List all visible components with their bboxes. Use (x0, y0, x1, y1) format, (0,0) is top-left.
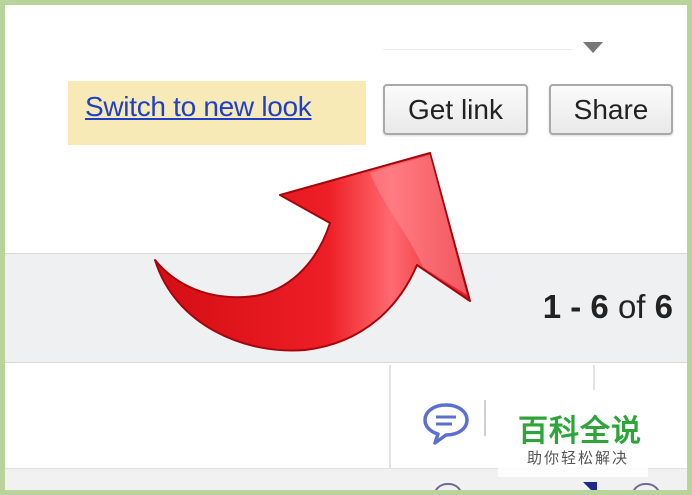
corner-marker-icon (583, 482, 597, 490)
comment-icon[interactable] (421, 400, 471, 451)
app-frame: Switch to new look Get link Share 1 - 6 … (5, 5, 687, 490)
get-link-label: Get link (408, 93, 503, 125)
pagination-info: 1 - 6 of 6 (543, 288, 673, 326)
pagination-range: 1 - 6 (542, 288, 609, 325)
watermark-subtitle: 助你轻松解决 (527, 450, 630, 467)
column-divider (484, 400, 486, 436)
share-label: Share (573, 93, 649, 125)
column-divider (389, 365, 391, 475)
chevron-down-icon[interactable] (583, 42, 603, 53)
switch-to-new-look-link[interactable]: Switch to new look (85, 91, 312, 123)
pagination-total: 6 (654, 288, 673, 325)
column-divider (593, 365, 595, 390)
watermark-title: 百科全说 (518, 415, 642, 448)
divider (383, 49, 573, 50)
pagination-of: of (617, 288, 646, 325)
get-link-button[interactable]: Get link (383, 84, 528, 135)
share-button[interactable]: Share (549, 84, 673, 135)
